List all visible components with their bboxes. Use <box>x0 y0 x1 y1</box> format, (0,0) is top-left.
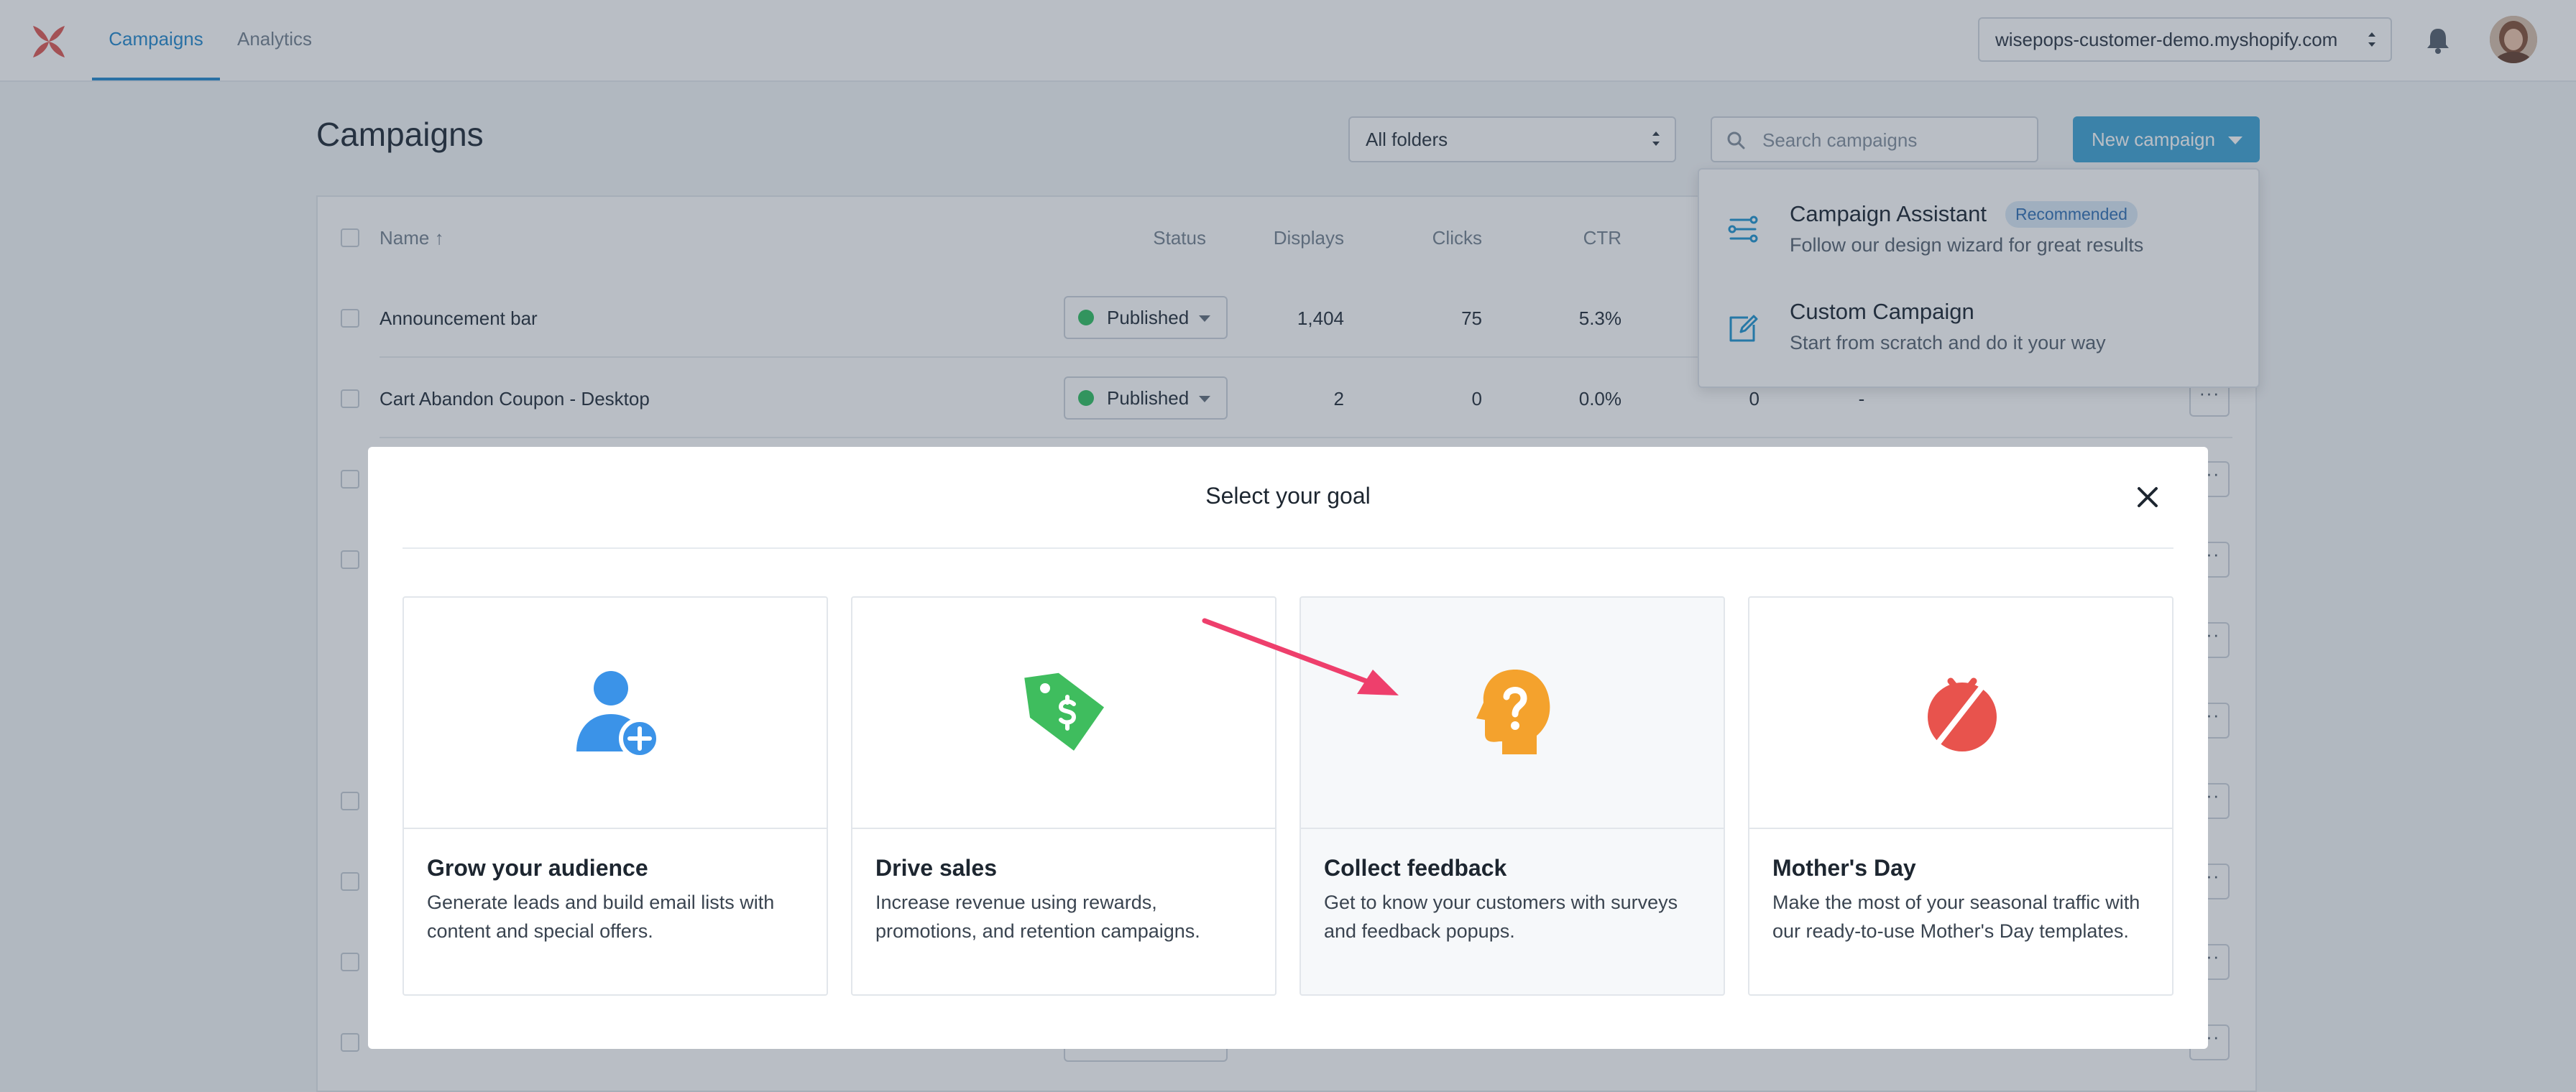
price-tag-icon <box>1024 672 1105 751</box>
card-divider <box>404 828 827 829</box>
goal-title: Collect feedback <box>1324 855 1507 881</box>
modal-divider <box>402 547 2174 549</box>
goal-card-mothers-day[interactable]: Mother's Day Make the most of your seaso… <box>1748 596 2174 996</box>
card-divider <box>1301 828 1724 829</box>
goal-description: Make the most of your seasonal traffic w… <box>1772 892 2140 942</box>
mothers-day-icon <box>1928 677 1997 751</box>
goal-description: Get to know your customers with surveys … <box>1324 892 1678 942</box>
goal-description: Increase revenue using rewards, promotio… <box>875 892 1200 942</box>
close-icon[interactable] <box>2132 481 2163 513</box>
goal-title: Drive sales <box>875 855 998 881</box>
goal-title: Mother's Day <box>1772 855 1916 881</box>
head-question-icon <box>1476 670 1550 754</box>
card-divider <box>852 828 1275 829</box>
goal-description: Generate leads and build email lists wit… <box>427 892 775 942</box>
modal-title: Select your goal <box>1205 483 1371 509</box>
card-divider <box>1749 828 2172 829</box>
goal-card-grow-audience[interactable]: Grow your audience Generate leads and bu… <box>402 596 828 996</box>
add-user-icon <box>576 671 660 757</box>
annotation-arrow-icon <box>1202 618 1399 695</box>
goal-title: Grow your audience <box>427 855 648 881</box>
